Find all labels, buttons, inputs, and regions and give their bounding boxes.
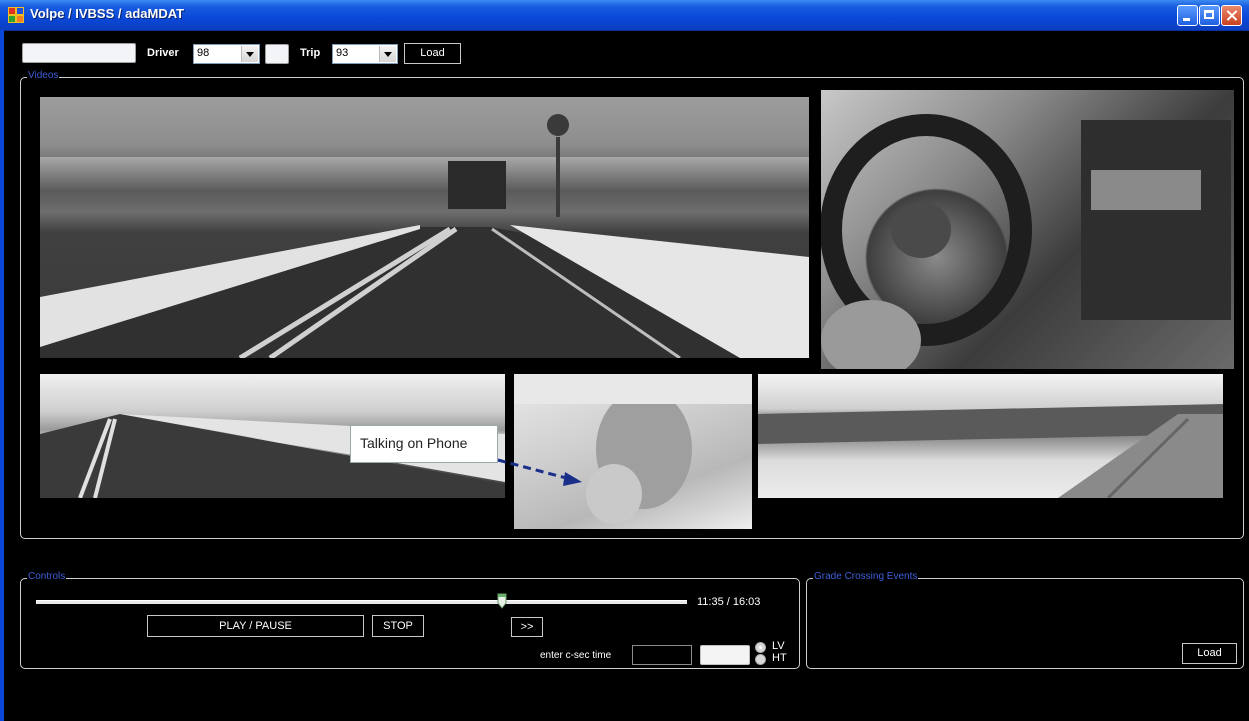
annotation-arrow <box>497 458 582 486</box>
grade-crossing-load-button[interactable]: Load <box>1182 643 1237 664</box>
search-field[interactable] <box>22 43 136 63</box>
radio-ht-label: HT <box>772 652 787 664</box>
driver-extra-field[interactable] <box>265 44 289 64</box>
annotation-text: Talking on Phone <box>360 435 468 451</box>
face-scene <box>514 374 752 524</box>
videos-group-title: Videos <box>27 70 60 81</box>
playback-track[interactable] <box>36 600 687 604</box>
play-pause-button[interactable]: PLAY / PAUSE <box>147 615 364 637</box>
csec-time-label: enter c-sec time <box>540 650 612 661</box>
csec-time-input[interactable] <box>632 645 692 665</box>
load-button[interactable]: Load <box>404 43 461 64</box>
chevron-down-icon[interactable] <box>241 46 258 62</box>
driver-select[interactable]: 98 <box>193 44 260 64</box>
radio-lv-label: LV <box>772 640 785 652</box>
video-cabin-view[interactable] <box>821 90 1234 369</box>
maximize-button[interactable] <box>1199 5 1220 26</box>
stop-button[interactable]: STOP <box>372 615 424 637</box>
minimize-button[interactable] <box>1177 5 1198 26</box>
radio-lv[interactable] <box>755 642 766 653</box>
time-readout: 11:35 / 16:03 <box>697 596 761 608</box>
video-face-view[interactable] <box>514 374 752 529</box>
front-road-scene <box>40 97 809 358</box>
window-title: Volpe / IVBSS / adaMDAT <box>30 6 185 21</box>
csec-go-button[interactable] <box>700 645 750 665</box>
close-button[interactable] <box>1221 5 1242 26</box>
trip-label: Trip <box>300 47 321 59</box>
cabin-scene <box>821 114 1231 369</box>
grade-crossing-group-title: Grade Crossing Events <box>813 571 919 582</box>
annotation-callout: Talking on Phone <box>350 425 498 463</box>
controls-group-title: Controls <box>27 571 67 582</box>
fast-forward-button[interactable]: >> <box>511 617 543 637</box>
trip-select[interactable]: 93 <box>332 44 398 64</box>
app-icon <box>8 7 24 23</box>
title-bar: Volpe / IVBSS / adaMDAT <box>0 0 1249 31</box>
driver-select-value: 98 <box>197 47 210 59</box>
grade-crossing-group: Grade Crossing Events <box>806 571 1244 669</box>
right-road-scene <box>758 404 1223 498</box>
window-frame <box>0 30 4 721</box>
chevron-down-icon[interactable] <box>379 46 396 62</box>
driver-label: Driver <box>147 47 179 59</box>
playback-thumb[interactable] <box>497 593 507 609</box>
trip-select-value: 93 <box>336 47 349 59</box>
video-right-view[interactable] <box>758 374 1223 498</box>
radio-ht[interactable] <box>755 654 766 665</box>
video-front-view[interactable] <box>40 97 809 358</box>
